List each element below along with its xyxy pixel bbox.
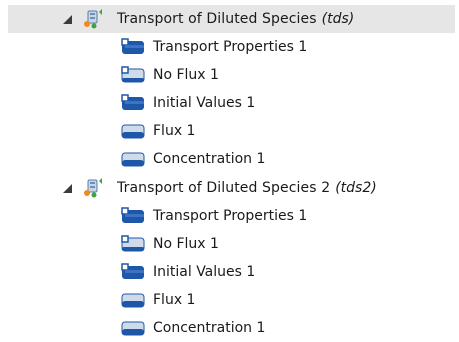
tree-node-label: Initial Values 1 xyxy=(153,95,256,111)
tree-node-label: Transport Properties 1 xyxy=(153,39,308,55)
tree-node-label: Transport Properties 1 xyxy=(153,208,308,224)
transport-physics-icon xyxy=(83,8,105,30)
transport-physics-icon xyxy=(83,177,105,199)
tree-node-initial-values[interactable]: Initial Values 1 xyxy=(0,258,255,286)
expanded-triangle-icon[interactable] xyxy=(61,13,73,25)
tree-node-transport-properties[interactable]: Transport Properties 1 xyxy=(0,33,307,61)
boundary-default-feature-icon xyxy=(121,235,145,253)
tree-node-label: Flux 1 xyxy=(153,123,196,139)
boundary-feature-icon xyxy=(121,319,145,337)
domain-feature-icon xyxy=(121,207,145,225)
tree-node-tds2[interactable]: Transport of Diluted Species 2 (tds2) xyxy=(0,174,377,202)
model-builder-tree: Transport of Diluted Species (tds) Trans… xyxy=(0,0,459,340)
domain-feature-icon xyxy=(121,38,145,56)
physics-tag: (tds2) xyxy=(335,180,377,196)
boundary-feature-icon xyxy=(121,122,145,140)
tree-node-concentration[interactable]: Concentration 1 xyxy=(0,145,265,173)
tree-node-initial-values[interactable]: Initial Values 1 xyxy=(0,89,255,117)
physics-name: Transport of Diluted Species 2 xyxy=(117,180,331,196)
tree-node-label: Concentration 1 xyxy=(153,320,266,336)
boundary-feature-icon xyxy=(121,150,145,168)
tree-node-transport-properties[interactable]: Transport Properties 1 xyxy=(0,202,307,230)
tree-node-label: Concentration 1 xyxy=(153,151,266,167)
tree-node-label: Initial Values 1 xyxy=(153,264,256,280)
tree-node-no-flux[interactable]: No Flux 1 xyxy=(0,61,219,89)
tree-node-label: Flux 1 xyxy=(153,292,196,308)
boundary-default-feature-icon xyxy=(121,66,145,84)
physics-tag: (tds) xyxy=(321,11,355,27)
physics-name: Transport of Diluted Species xyxy=(117,11,317,27)
tree-node-concentration[interactable]: Concentration 1 xyxy=(0,314,265,342)
boundary-feature-icon xyxy=(121,291,145,309)
tree-node-no-flux[interactable]: No Flux 1 xyxy=(0,230,219,258)
tree-node-flux[interactable]: Flux 1 xyxy=(0,117,195,145)
tree-node-flux[interactable]: Flux 1 xyxy=(0,286,195,314)
tree-node-label: No Flux 1 xyxy=(153,67,219,83)
expanded-triangle-icon[interactable] xyxy=(61,182,73,194)
tree-node-label: No Flux 1 xyxy=(153,236,219,252)
domain-feature-icon xyxy=(121,94,145,112)
domain-feature-icon xyxy=(121,263,145,281)
tree-node-tds[interactable]: Transport of Diluted Species (tds) xyxy=(8,5,455,33)
